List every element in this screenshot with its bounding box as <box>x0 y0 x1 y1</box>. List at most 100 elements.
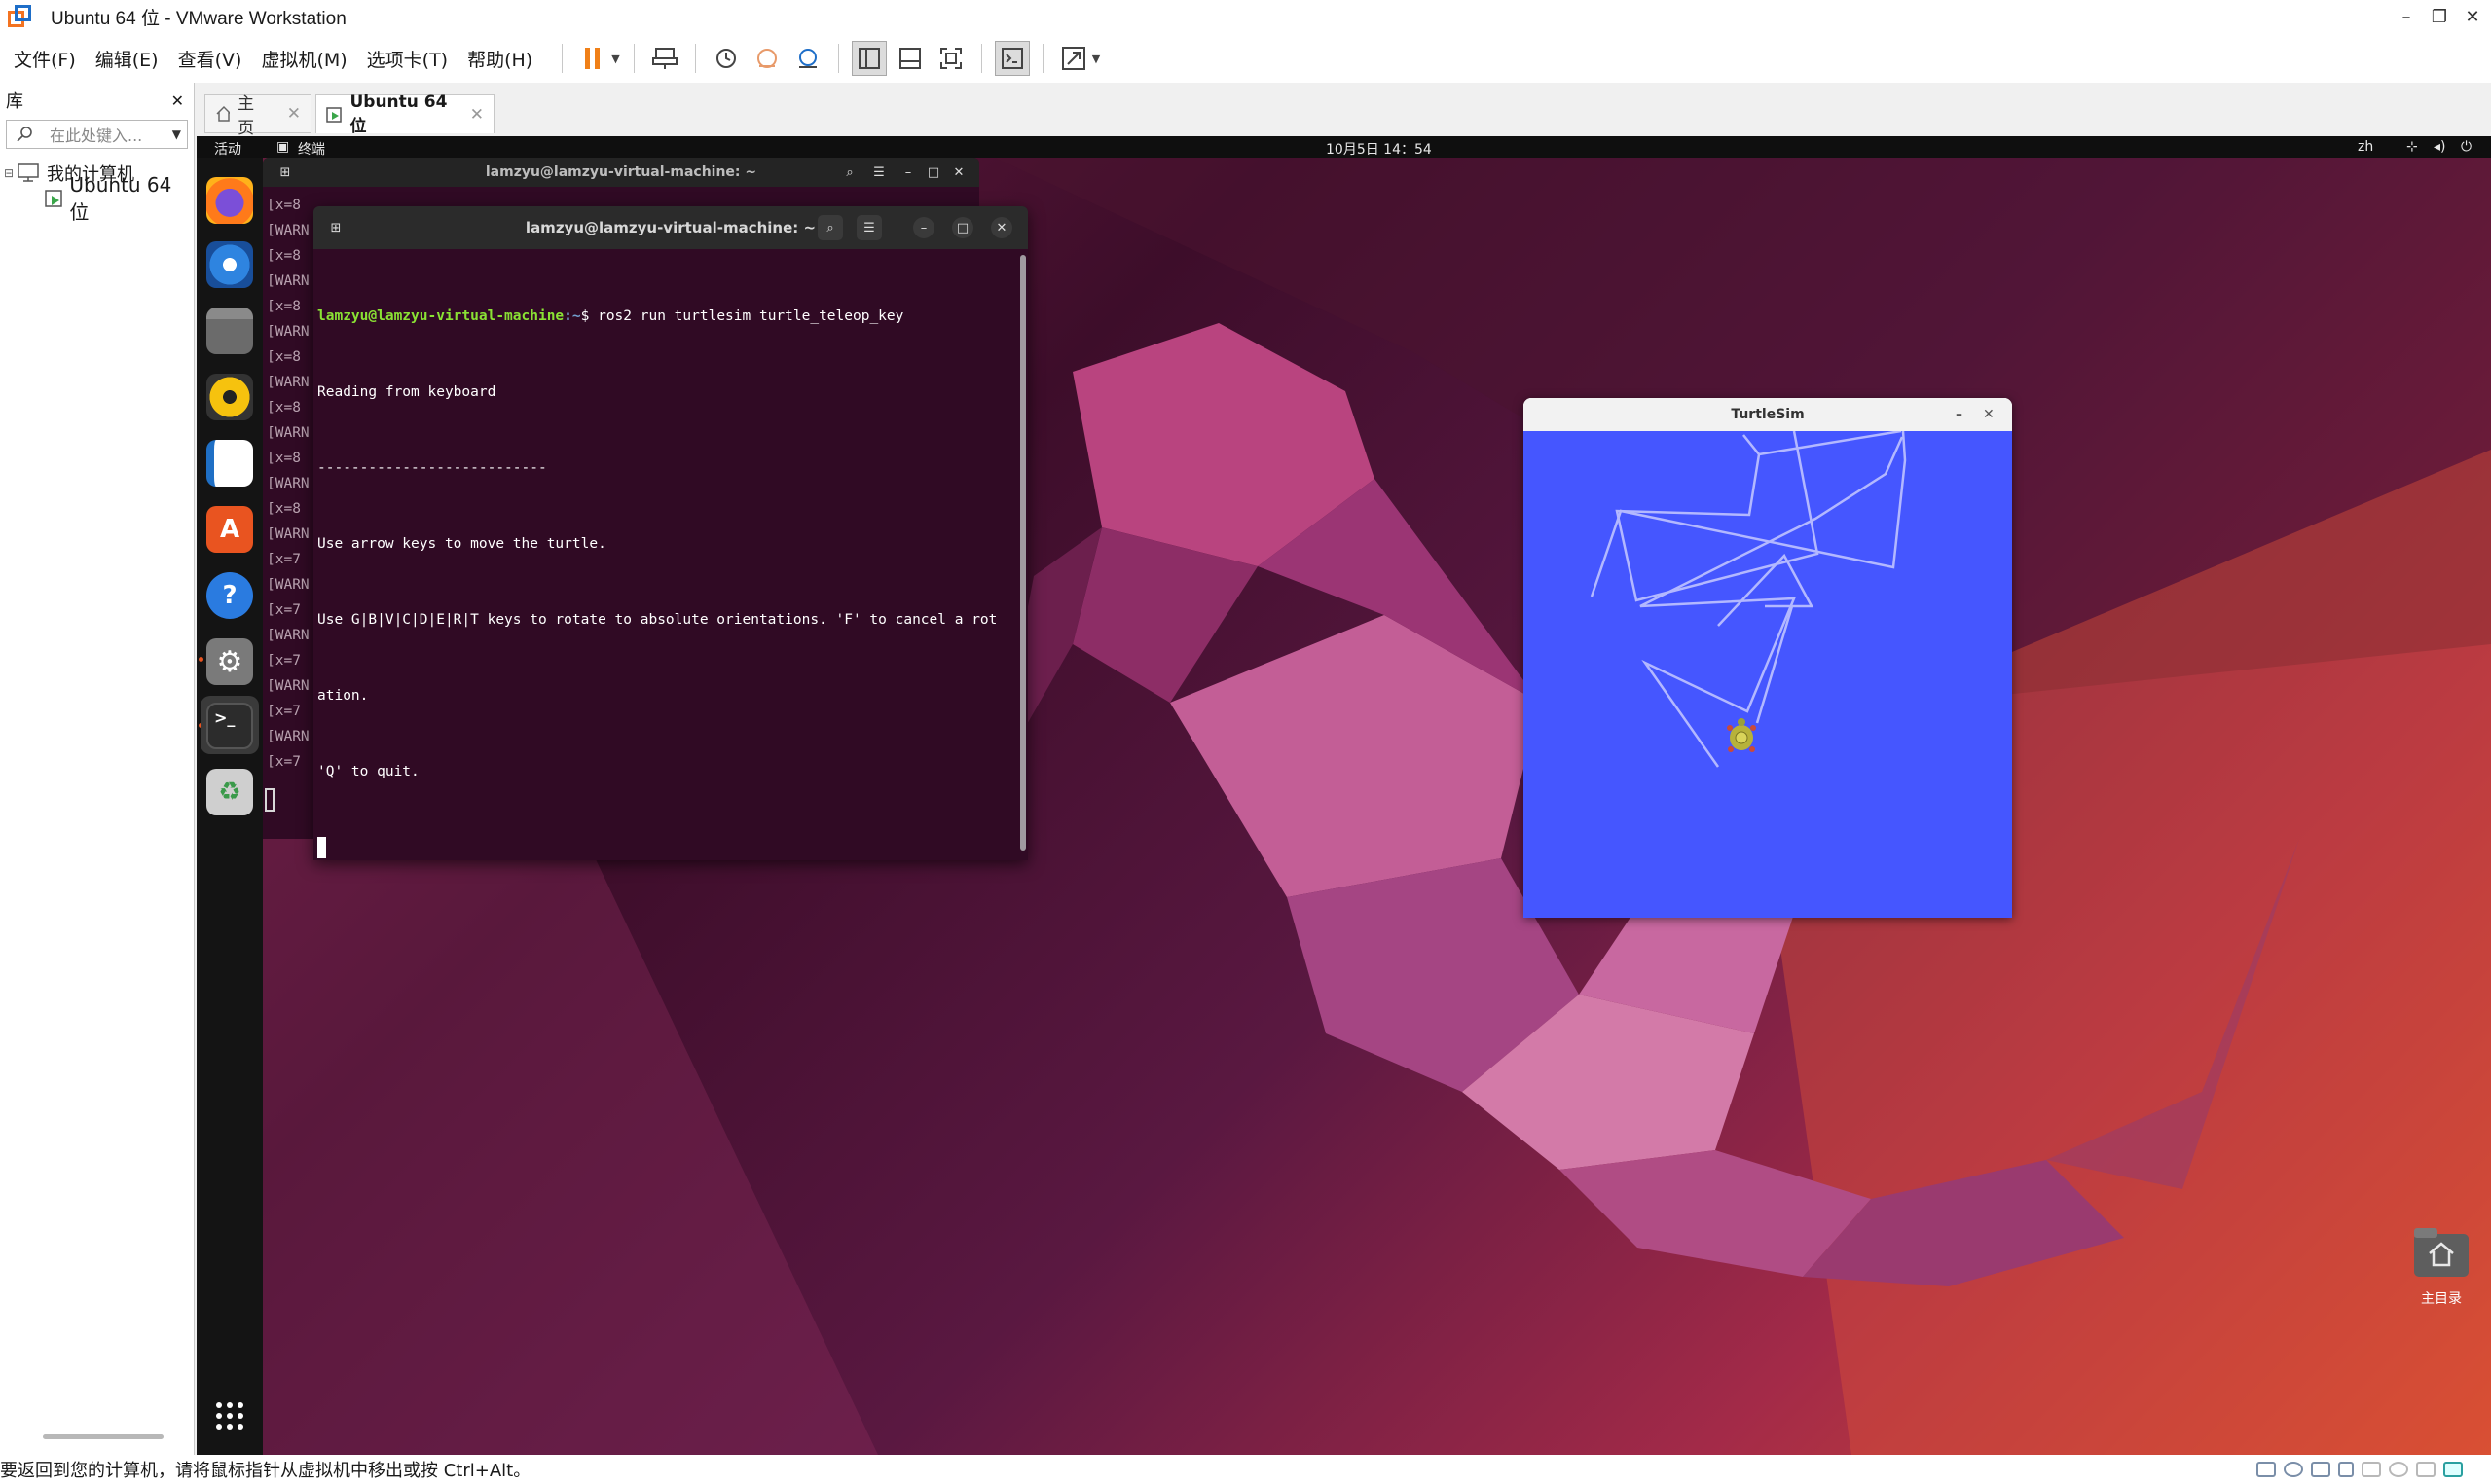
library-search-input[interactable]: 在此处键入... ▼ <box>6 120 188 149</box>
turtlesim-minimize-button[interactable]: – <box>1956 407 1962 422</box>
menubar: 文件(F) 编辑(E) 查看(V) 虚拟机(M) 选项卡(T) 帮助(H) ▼ … <box>0 34 2491 83</box>
restore-button[interactable]: ❐ <box>2422 0 2457 34</box>
input-method-indicator[interactable]: zh <box>2358 139 2373 155</box>
vm-running-icon <box>45 190 62 207</box>
rhythmbox-icon[interactable] <box>206 374 253 420</box>
files-icon[interactable] <box>206 308 253 354</box>
tab-home-close-icon[interactable]: ✕ <box>287 104 301 124</box>
search-icon[interactable]: ⌕ <box>818 215 843 240</box>
usb-icon[interactable] <box>2338 1462 2354 1477</box>
menu-help[interactable]: 帮助(H) <box>467 46 532 72</box>
search-icon <box>17 127 32 142</box>
computer-icon <box>18 163 39 182</box>
home-icon <box>216 105 231 122</box>
menu-icon[interactable]: ☰ <box>866 160 892 185</box>
command-line: lamzyu@lamzyu-virtual-machine:~$ ros2 ru… <box>317 308 904 324</box>
maximize-icon[interactable]: □ <box>921 160 946 185</box>
output-line: Use arrow keys to move the turtle. <box>317 536 606 552</box>
topbar-clock[interactable]: 10月5日 14：54 <box>1326 139 1432 159</box>
output-line: ation. <box>317 688 369 704</box>
message-log-icon[interactable] <box>2443 1462 2463 1477</box>
terminal-icon[interactable]: >_ <box>206 703 253 749</box>
menu-edit[interactable]: 编辑(E) <box>95 46 159 72</box>
tab-ubuntu-close-icon[interactable]: ✕ <box>470 105 484 125</box>
status-message: 要返回到您的计算机，请将鼠标指针从虚拟机中移出或按 Ctrl+Alt。 <box>0 1461 531 1481</box>
ubuntu-dock: A ? ⚙ >_ ♻ <box>197 158 263 1455</box>
thumbnail-view-icon[interactable] <box>893 41 928 76</box>
cd-dvd-icon[interactable] <box>2284 1462 2303 1477</box>
tab-ubuntu[interactable]: Ubuntu 64 位 ✕ <box>315 92 495 136</box>
volume-icon[interactable]: ◂) <box>2434 139 2446 155</box>
network-icon[interactable]: ⊹ <box>2406 139 2418 155</box>
home-folder-desktop-icon[interactable]: 主目录 <box>2393 1226 2490 1308</box>
close-button[interactable]: ✕ <box>2455 0 2490 34</box>
sound-icon[interactable] <box>2362 1462 2381 1477</box>
terminal-scrollbar[interactable] <box>1020 255 1026 851</box>
power-icon[interactable]: ⏻ <box>2461 139 2472 155</box>
display-icon[interactable] <box>2416 1462 2436 1477</box>
snapshot-icon[interactable] <box>709 41 744 76</box>
terminal-front-output[interactable]: lamzyu@lamzyu-virtual-machine:~$ ros2 ru… <box>313 249 1028 860</box>
trash-icon[interactable]: ♻ <box>206 769 253 815</box>
console-icon[interactable] <box>994 41 1030 76</box>
printer-icon[interactable] <box>2389 1462 2408 1477</box>
back-terminal-cursor <box>265 788 275 812</box>
search-icon[interactable]: ⌕ <box>837 160 862 185</box>
output-line: 'Q' to quit. <box>317 764 420 779</box>
terminal-back-header[interactable]: ⊞ lamzyu@lamzyu-virtual-machine: ~ ⌕ ☰ –… <box>263 158 979 187</box>
library-search-placeholder: 在此处键入... <box>50 127 143 145</box>
activities-button[interactable]: 活动 <box>214 139 241 159</box>
tree-vm-ubuntu[interactable]: Ubuntu 64 位 <box>0 173 194 224</box>
stretch-icon[interactable] <box>1056 41 1091 76</box>
menu-icon[interactable]: ☰ <box>857 215 882 240</box>
menu-file[interactable]: 文件(F) <box>14 46 76 72</box>
home-folder-label: 主目录 <box>2421 1291 2462 1307</box>
revert-icon[interactable] <box>750 41 785 76</box>
thunderbird-icon[interactable] <box>206 241 253 288</box>
send-keys-icon[interactable] <box>647 41 682 76</box>
firefox-icon[interactable] <box>206 177 253 224</box>
menu-vm[interactable]: 虚拟机(M) <box>261 46 347 72</box>
output-line: --------------------------- <box>317 460 547 476</box>
menu-tabs[interactable]: 选项卡(T) <box>367 46 448 72</box>
minimize-icon[interactable]: – <box>896 160 921 185</box>
turtlesim-window[interactable]: TurtleSim – ✕ <box>1523 398 2012 918</box>
close-icon[interactable]: ✕ <box>946 160 971 185</box>
vm-display[interactable]: 活动 ▣ 终端 10月5日 14：54 zh ⊹ ◂) ⏻ A ? ⚙ >_ ♻… <box>197 136 2491 1455</box>
turtle-icon <box>1727 718 1756 752</box>
snapshot-manager-icon[interactable] <box>790 41 825 76</box>
help-icon[interactable]: ? <box>206 572 253 619</box>
tree-vm-label: Ubuntu 64 位 <box>69 172 172 224</box>
hard-disk-icon[interactable] <box>2256 1462 2276 1477</box>
tab-bar: 主页 ✕ Ubuntu 64 位 ✕ <box>197 83 2491 138</box>
library-view-icon[interactable] <box>851 41 887 76</box>
terminal-front-header[interactable]: ⊞ lamzyu@lamzyu-virtual-machine: ~ ⌕ ☰ –… <box>313 206 1028 249</box>
turtlesim-close-button[interactable]: ✕ <box>1983 407 1995 422</box>
fullscreen-icon[interactable] <box>934 41 969 76</box>
library-scrollbar[interactable] <box>43 1434 164 1439</box>
vmware-logo-icon <box>8 4 33 30</box>
pause-icon[interactable] <box>575 41 610 76</box>
topbar-app-label[interactable]: 终端 <box>298 139 325 159</box>
tab-home-label: 主页 <box>238 94 255 138</box>
running-indicator <box>199 657 203 662</box>
turtle-path <box>1590 429 1907 768</box>
show-apps-icon[interactable] <box>215 1401 244 1430</box>
search-dropdown-icon[interactable]: ▼ <box>172 127 181 141</box>
minimize-button[interactable]: – <box>2389 0 2424 34</box>
menu-view[interactable]: 查看(V) <box>178 46 242 72</box>
network-adapter-icon[interactable] <box>2311 1462 2330 1477</box>
close-icon[interactable]: ✕ <box>991 217 1012 238</box>
pause-dropdown-icon[interactable]: ▼ <box>611 53 619 65</box>
turtlesim-header[interactable]: TurtleSim – ✕ <box>1523 398 2012 431</box>
app-center-icon[interactable]: A <box>206 506 253 553</box>
stretch-dropdown-icon[interactable]: ▼ <box>1092 53 1100 65</box>
settings-icon[interactable]: ⚙ <box>206 638 253 685</box>
minimize-icon[interactable]: – <box>913 217 934 238</box>
maximize-icon[interactable]: □ <box>952 217 973 238</box>
terminal-window-front[interactable]: ⊞ lamzyu@lamzyu-virtual-machine: ~ ⌕ ☰ –… <box>313 206 1028 860</box>
tree-collapse-icon[interactable]: ⊟ <box>4 166 18 180</box>
writer-icon[interactable] <box>206 440 253 487</box>
library-close-button[interactable]: ✕ <box>171 91 184 110</box>
tab-home[interactable]: 主页 ✕ <box>204 94 311 138</box>
